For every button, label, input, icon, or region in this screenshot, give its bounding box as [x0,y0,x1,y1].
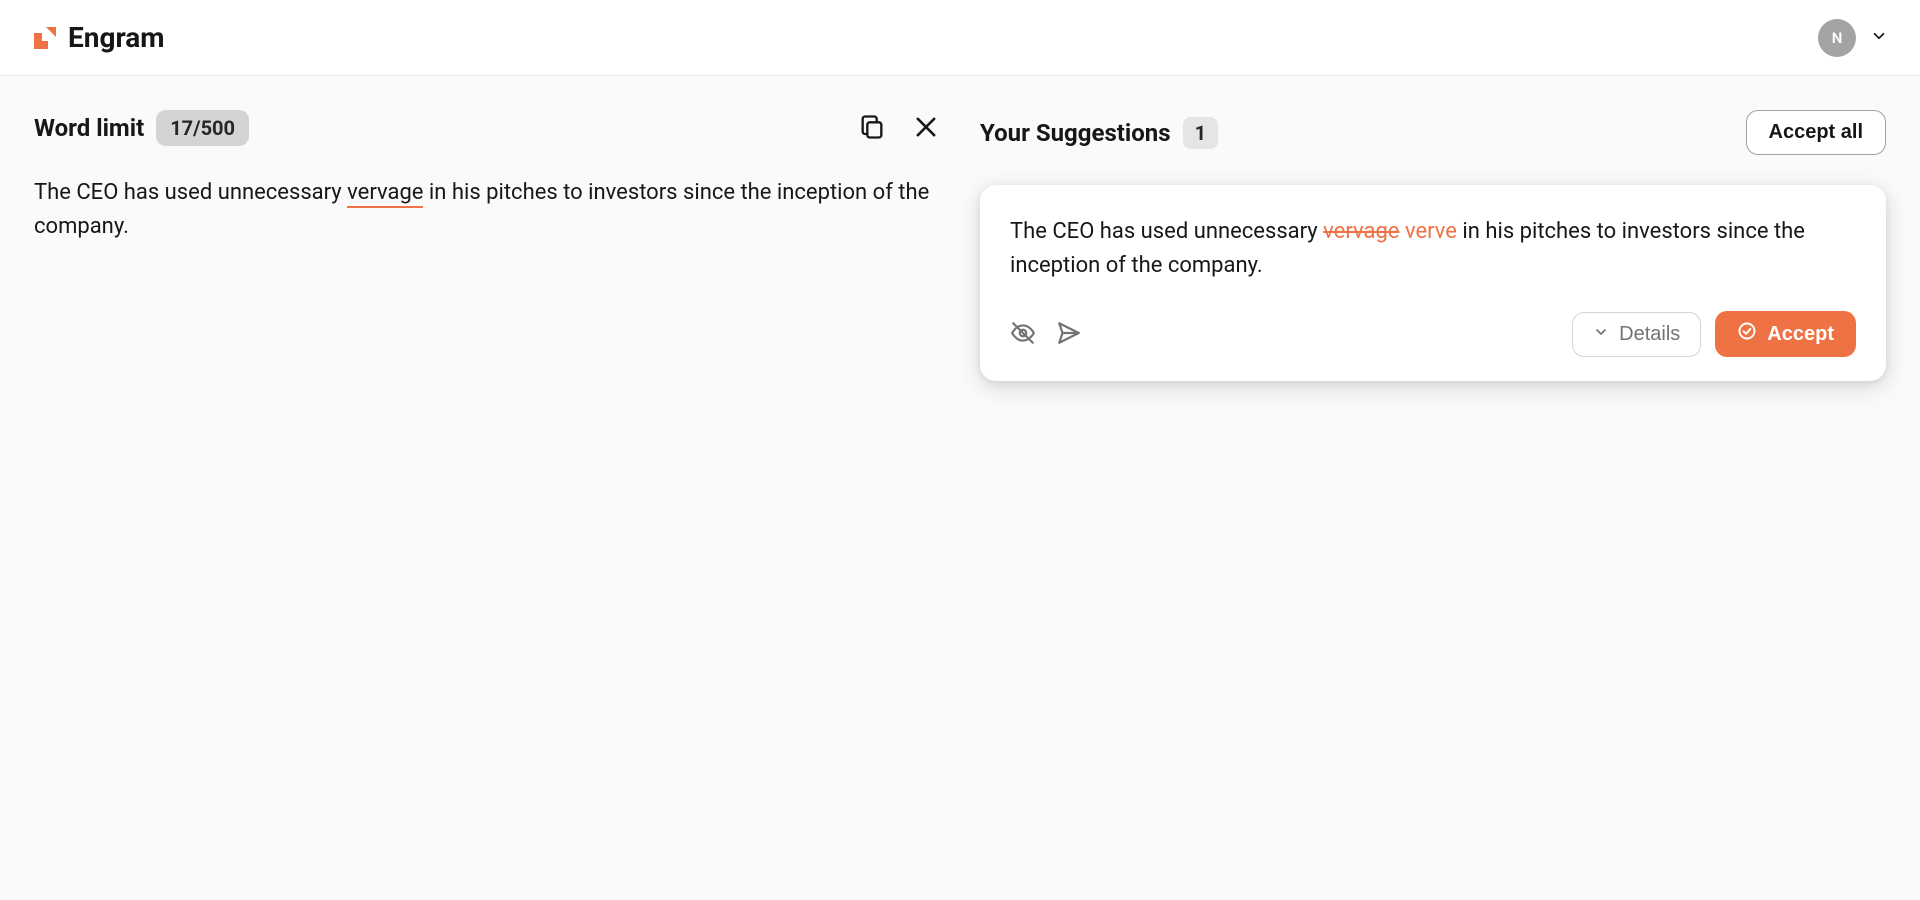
editor-header: Word limit 17/500 [34,110,940,146]
editor-error-word[interactable]: vervage [347,180,423,208]
send-icon [1056,320,1082,349]
eye-off-icon [1010,320,1036,349]
copy-button[interactable] [858,113,886,144]
suggestion-text: The CEO has used unnecessary vervage ver… [1010,215,1856,283]
app-header: Engram N [0,0,1920,76]
editor-text-before: The CEO has used unnecessary [34,180,347,205]
suggestion-inserted: verve [1405,219,1457,244]
suggestion-left-icons [1010,320,1082,349]
brand-name: Engram [68,21,164,54]
editor-title: Word limit [34,114,144,142]
user-avatar[interactable]: N [1818,19,1856,57]
user-menu[interactable]: N [1818,19,1888,57]
accept-button[interactable]: Accept [1715,311,1856,357]
details-button[interactable]: Details [1572,312,1701,357]
suggestion-card: The CEO has used unnecessary vervage ver… [980,185,1886,381]
check-circle-icon [1737,321,1757,347]
word-count-badge: 17/500 [156,110,249,146]
editor-textarea[interactable]: The CEO has used unnecessary vervage in … [34,176,940,244]
suggestion-before: The CEO has used unnecessary [1010,219,1323,244]
suggestions-title-group: Your Suggestions 1 [980,117,1218,149]
clear-button[interactable] [912,113,940,144]
chevron-down-icon [1593,323,1609,346]
suggestion-actions: Details Accept [1010,311,1856,357]
details-label: Details [1619,323,1680,346]
suggestions-title: Your Suggestions [980,119,1171,147]
suggestion-right-buttons: Details Accept [1572,311,1856,357]
suggestions-header: Your Suggestions 1 Accept all [980,110,1886,155]
editor-pane: Word limit 17/500 [34,110,940,381]
chevron-down-icon [1870,27,1888,49]
send-suggestion-button[interactable] [1056,320,1082,349]
close-icon [912,113,940,144]
editor-title-group: Word limit 17/500 [34,110,249,146]
main-content: Word limit 17/500 [0,76,1920,415]
suggestion-removed: vervage [1323,219,1399,244]
accept-label: Accept [1767,323,1834,346]
accept-all-button[interactable]: Accept all [1746,110,1886,155]
copy-icon [858,113,886,144]
engram-logo-icon [32,25,58,51]
brand[interactable]: Engram [32,21,164,54]
editor-actions [858,113,940,144]
suggestions-pane: Your Suggestions 1 Accept all The CEO ha… [980,110,1886,381]
user-initial: N [1832,29,1843,47]
hide-suggestion-button[interactable] [1010,320,1036,349]
suggestions-count-badge: 1 [1183,117,1218,149]
